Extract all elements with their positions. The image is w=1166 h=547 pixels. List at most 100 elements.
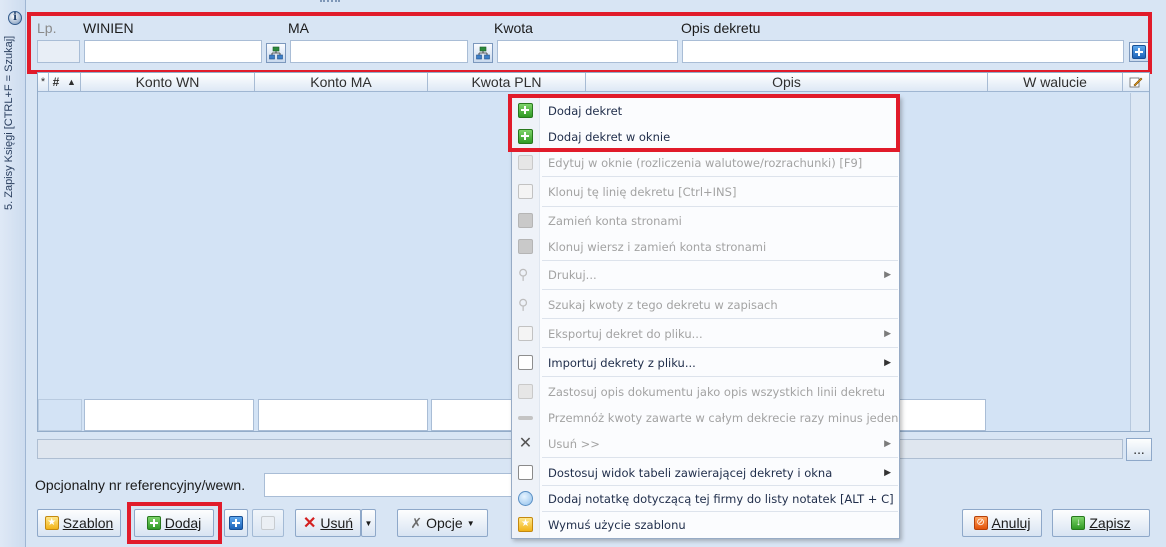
plus-green-icon [518, 103, 533, 118]
menu-item-label: Szukaj kwoty z tego dekretu w zapisach [548, 297, 778, 312]
kwota-label: Kwota [494, 20, 533, 36]
pencil-icon [518, 155, 533, 170]
lp-field [37, 40, 80, 63]
menu-item-label: Zamień konta stronami [548, 213, 682, 228]
cancel-icon: ⊘ [973, 516, 988, 530]
usun-dropdown-button[interactable]: ▼ [361, 509, 376, 537]
opis-dekretu-label: Opis dekretu [681, 20, 761, 36]
zapisz-button[interactable]: ↓ Zapisz [1052, 509, 1150, 537]
add-in-window-button[interactable] [224, 509, 248, 537]
lp-label: Lp. [37, 20, 57, 36]
menu-item-dodaj-dekret-w-oknie[interactable]: Dodaj dekret w oknie [512, 124, 899, 149]
grid-vertical-scrollbar[interactable] [1130, 93, 1149, 431]
swap-icon [518, 239, 533, 254]
menu-item-label: Usuń >> [548, 436, 600, 451]
splitter-grip[interactable] [320, 0, 340, 5]
menu-item-label: Wymuś użycie szablonu [548, 517, 686, 532]
winien-account-input[interactable] [84, 40, 262, 63]
zapisz-button-label: Zapisz [1089, 515, 1131, 531]
menu-item-klonuj-i-zamien[interactable]: Klonuj wiersz i zamień konta stronami [512, 234, 899, 259]
menu-item-label: Dodaj notatkę dotyczącą tej firmy do lis… [548, 491, 894, 506]
chevron-down-icon: ▼ [364, 518, 373, 528]
menu-item-label: Drukuj... [548, 267, 597, 282]
reference-label: Opcjonalny nr referencyjny/wewn. [35, 477, 246, 493]
submenu-arrow-icon: ▶ [884, 328, 891, 339]
column-header-w-walucie[interactable]: W walucie [988, 73, 1123, 91]
sort-ascending-icon[interactable]: ▲ [63, 73, 81, 91]
edit-columns-icon[interactable] [1123, 73, 1149, 91]
menu-item-label: Dodaj dekret [548, 103, 623, 118]
export-icon [518, 326, 533, 341]
tools-icon: ✗ [410, 514, 423, 531]
reference-input[interactable] [264, 473, 516, 497]
menu-item-usun[interactable]: ✕ Usuń >> ▶ [512, 431, 899, 456]
usun-button-label: Usuń [320, 515, 354, 531]
plus-green-icon [518, 129, 533, 144]
star-icon: ★ [44, 516, 59, 530]
menu-item-label: Importuj dekrety z pliku... [548, 355, 696, 370]
menu-item-edytuj-w-oknie[interactable]: Edytuj w oknie (rozliczenia walutowe/roz… [512, 150, 899, 175]
opis-dekretu-input[interactable] [682, 40, 1124, 63]
column-header-opis[interactable]: Opis [586, 73, 988, 91]
menu-item-drukuj[interactable]: ⚲ Drukuj... ▶ [512, 262, 899, 287]
menu-item-klonuj-linie[interactable]: Klonuj tę linię dekretu [Ctrl+INS] [512, 179, 899, 204]
submenu-arrow-icon: ▶ [884, 467, 891, 478]
menu-item-label: Dostosuj widok tabeli zawierającej dekre… [548, 465, 833, 480]
add-entry-button[interactable] [1129, 42, 1149, 62]
star-icon: ★ [518, 517, 533, 532]
account-tree-icon [269, 46, 283, 60]
column-header-konto-wn[interactable]: Konto WN [81, 73, 255, 91]
side-panel-tab[interactable]: 5. Zapisy Księgi [CTRL+F = Szukaj] [0, 0, 26, 547]
swap-icon [518, 213, 533, 228]
opcje-button[interactable]: ✗ Opcje ▼ [397, 509, 488, 537]
menu-item-szukaj-kwoty[interactable]: ⚲ Szukaj kwoty z tego dekretu w zapisach [512, 292, 899, 317]
submenu-arrow-icon: ▶ [884, 357, 891, 368]
ma-account-input[interactable] [290, 40, 468, 63]
ma-account-picker-button[interactable] [473, 43, 493, 63]
menu-item-label: Zastosuj opis dokumentu jako opis wszyst… [548, 384, 886, 399]
usun-button[interactable]: ✕ Usuń [295, 509, 361, 537]
column-header-konto-ma[interactable]: Konto MA [255, 73, 428, 91]
dodaj-button-label: Dodaj [164, 515, 202, 531]
menu-item-dostosuj-widok[interactable]: Dostosuj widok tabeli zawierającej dekre… [512, 460, 899, 485]
summary-cell-index [38, 399, 82, 431]
menu-item-eksportuj[interactable]: Eksportuj dekret do pliku... ▶ [512, 321, 899, 346]
menu-item-zastosuj-opis[interactable]: Zastosuj opis dokumentu jako opis wszyst… [512, 379, 899, 404]
column-header-kwota-pln[interactable]: Kwota PLN [428, 73, 586, 91]
dodaj-button[interactable]: Dodaj [134, 509, 214, 537]
account-tree-icon [476, 46, 490, 60]
menu-item-zamien-konta[interactable]: Zamień konta stronami [512, 208, 899, 233]
menu-item-dodaj-dekret[interactable]: Dodaj dekret [512, 98, 899, 123]
magnifier-icon: ⚲ [518, 297, 529, 313]
opcje-button-label: Opcje [426, 515, 463, 531]
chevron-down-icon: ▼ [466, 518, 475, 528]
info-icon[interactable]: i [8, 11, 22, 25]
import-icon [518, 355, 533, 370]
winien-label: WINIEN [83, 20, 134, 36]
menu-item-label: Eksportuj dekret do pliku... [548, 326, 703, 341]
plus-icon [1132, 45, 1146, 59]
menu-item-label: Klonuj wiersz i zamień konta stronami [548, 239, 767, 254]
submenu-arrow-icon: ▶ [884, 269, 891, 280]
menu-item-przemnoz[interactable]: Przemnóż kwoty zawarte w całym dekrecie … [512, 405, 899, 430]
menu-item-dodaj-notatke[interactable]: Dodaj notatkę dotyczącą tej firmy do lis… [512, 486, 899, 511]
winien-account-picker-button[interactable] [266, 43, 286, 63]
clone-button[interactable] [252, 509, 284, 537]
menu-item-wymus-szablon[interactable]: ★ Wymuś użycie szablonu [512, 512, 899, 537]
szablon-button-label: Szablon [62, 515, 114, 531]
side-panel-label: 5. Zapisy Księgi [CTRL+F = Szukaj] [3, 35, 15, 210]
clone-icon [518, 184, 533, 199]
column-header-number[interactable]: # [49, 73, 63, 91]
szablon-button[interactable]: ★ Szablon [37, 509, 121, 537]
note-bubble-icon [518, 491, 533, 506]
description-icon [518, 384, 533, 399]
anuluj-button-label: Anuluj [991, 515, 1031, 531]
kwota-input[interactable] [497, 40, 678, 63]
menu-item-importuj[interactable]: Importuj dekrety z pliku... ▶ [512, 350, 899, 375]
menu-item-label: Edytuj w oknie (rozliczenia walutowe/roz… [548, 155, 863, 170]
ellipsis-button[interactable]: ... [1126, 438, 1152, 461]
ma-label: MA [288, 20, 309, 36]
column-header-star[interactable]: * [38, 73, 49, 91]
entries-table-header: * # ▲ Konto WN Konto MA Kwota PLN Opis W… [38, 73, 1149, 92]
anuluj-button[interactable]: ⊘ Anuluj [962, 509, 1042, 537]
